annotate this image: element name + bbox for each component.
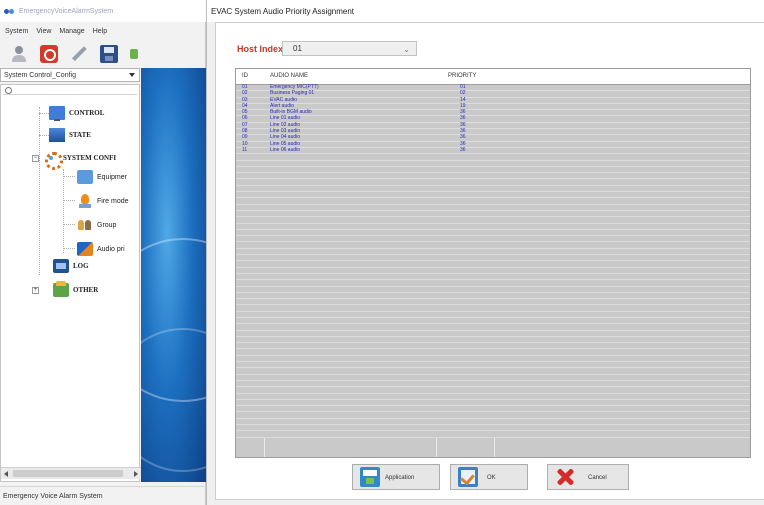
status-text: Emergency Voice Alarm System	[3, 492, 103, 500]
table-cell-name: Line 06 audio	[270, 146, 301, 153]
tree-connector	[63, 224, 75, 225]
main-window-title: EmergencyVoiceAlarmSystem	[19, 7, 114, 15]
tree-view-selector[interactable]: System Control_Config	[0, 68, 140, 82]
audio-priority-dialog: EVAC System Audio Priority Assignment Ho…	[206, 0, 764, 505]
status-bar: Emergency Voice Alarm System	[0, 486, 206, 505]
host-index-select[interactable]: 01 ⌄	[282, 41, 417, 56]
chevron-down-icon	[129, 73, 135, 77]
power-icon[interactable]	[40, 45, 58, 63]
tree-item-label: LOG	[73, 262, 89, 270]
host-index-label: Host Index	[237, 44, 284, 54]
tree-item-log[interactable]: LOG	[53, 257, 89, 275]
audio-priority-table: ID AUDIO NAME PRIORITY 01 Emergency MIC(P…	[235, 68, 751, 458]
tree-item-group[interactable]: Group	[77, 216, 116, 234]
ok-button-label: OK	[487, 475, 496, 481]
other-icon	[53, 281, 69, 297]
tree-search-icon[interactable]	[3, 87, 137, 95]
tree-connector	[39, 135, 49, 136]
background-wallpaper	[141, 68, 206, 482]
column-header-priority[interactable]: PRIORITY	[448, 73, 476, 79]
tree-item-label: STATE	[69, 131, 91, 139]
scroll-right-icon[interactable]	[134, 471, 138, 477]
host-index-value: 01	[293, 44, 302, 53]
toolbar	[0, 40, 206, 68]
apply-icon	[360, 467, 380, 487]
tree-horizontal-scrollbar[interactable]	[1, 467, 141, 479]
tree-connector	[63, 200, 75, 201]
tree-connector	[63, 248, 75, 249]
export-icon[interactable]	[130, 45, 138, 63]
edit-icon[interactable]	[66, 41, 91, 66]
tree-item-other[interactable]: OTHER	[53, 281, 98, 299]
navigation-tree: CONTROL STATE − SYSTEM CONFI Equipmer Fi…	[0, 84, 141, 482]
tree-connector	[39, 113, 49, 114]
menu-bar: System View Manage Help	[0, 23, 206, 39]
table-header: ID AUDIO NAME PRIORITY	[236, 69, 750, 85]
cancel-button-label: Cancel	[588, 475, 607, 481]
app-logo-icon	[4, 7, 15, 16]
tree-item-fire-mode[interactable]: Fire mode	[77, 192, 129, 210]
tree-item-label: SYSTEM CONFI	[63, 154, 117, 162]
application-button-label: Application	[385, 475, 415, 481]
scroll-left-icon[interactable]	[4, 471, 8, 477]
fire-icon	[77, 194, 93, 208]
collapse-icon[interactable]: −	[32, 155, 39, 162]
table-cell-id: 11	[242, 146, 248, 153]
cancel-button[interactable]: Cancel	[547, 464, 629, 490]
state-icon	[49, 128, 65, 142]
tree-item-system-config[interactable]: SYSTEM CONFI	[43, 149, 117, 170]
table-cell-priority: 36	[460, 146, 466, 153]
audio-priority-icon	[77, 242, 93, 256]
menu-help[interactable]: Help	[93, 28, 107, 35]
menu-system[interactable]: System	[5, 28, 28, 35]
tree-connector	[39, 107, 40, 275]
main-title-bar: EmergencyVoiceAlarmSystem	[0, 0, 206, 22]
log-icon	[53, 259, 69, 273]
ok-icon	[458, 467, 478, 487]
scrollbar-thumb[interactable]	[13, 470, 123, 477]
tree-item-label: Group	[97, 221, 117, 229]
cancel-icon	[555, 467, 575, 487]
tree-item-label: Audio pri	[97, 245, 125, 253]
dialog-title: EVAC System Audio Priority Assignment	[211, 6, 355, 16]
tree-item-state[interactable]: STATE	[49, 126, 91, 144]
chevron-down-icon: ⌄	[403, 45, 410, 54]
table-body: 01 Emergency MIC(PTT) 01 02 Business Paging …	[236, 84, 750, 438]
user-icon[interactable]	[10, 45, 28, 63]
tree-item-label: CONTROL	[69, 109, 105, 117]
tree-item-audio-priority[interactable]: Audio pri	[77, 240, 125, 258]
gear-icon	[43, 151, 63, 170]
tree-item-label: Equipmer	[97, 173, 127, 181]
tree-connector	[63, 176, 75, 177]
expand-icon[interactable]: +	[32, 287, 39, 294]
menu-view[interactable]: View	[36, 28, 51, 35]
dialog-title-bar: EVAC System Audio Priority Assignment	[207, 0, 764, 22]
tree-connector	[63, 169, 64, 253]
menu-manage[interactable]: Manage	[59, 28, 84, 35]
equipment-icon	[77, 170, 93, 184]
main-window: EmergencyVoiceAlarmSystem System View Ma…	[0, 0, 206, 505]
group-icon	[77, 218, 93, 232]
table-row[interactable]	[236, 431, 750, 438]
column-header-audio-name[interactable]: AUDIO NAME	[270, 73, 308, 79]
ok-button[interactable]: OK	[450, 464, 528, 490]
tree-item-control[interactable]: CONTROL	[49, 104, 104, 122]
save-icon[interactable]	[100, 45, 118, 63]
monitor-icon	[49, 106, 65, 121]
application-button[interactable]: Application	[352, 464, 440, 490]
tree-item-label: OTHER	[73, 286, 99, 294]
tree-item-label: Fire mode	[97, 197, 129, 205]
column-header-id[interactable]: ID	[242, 73, 248, 79]
tree-item-equipment[interactable]: Equipmer	[77, 168, 127, 186]
tree-view-selector-value: System Control_Config	[4, 71, 76, 79]
